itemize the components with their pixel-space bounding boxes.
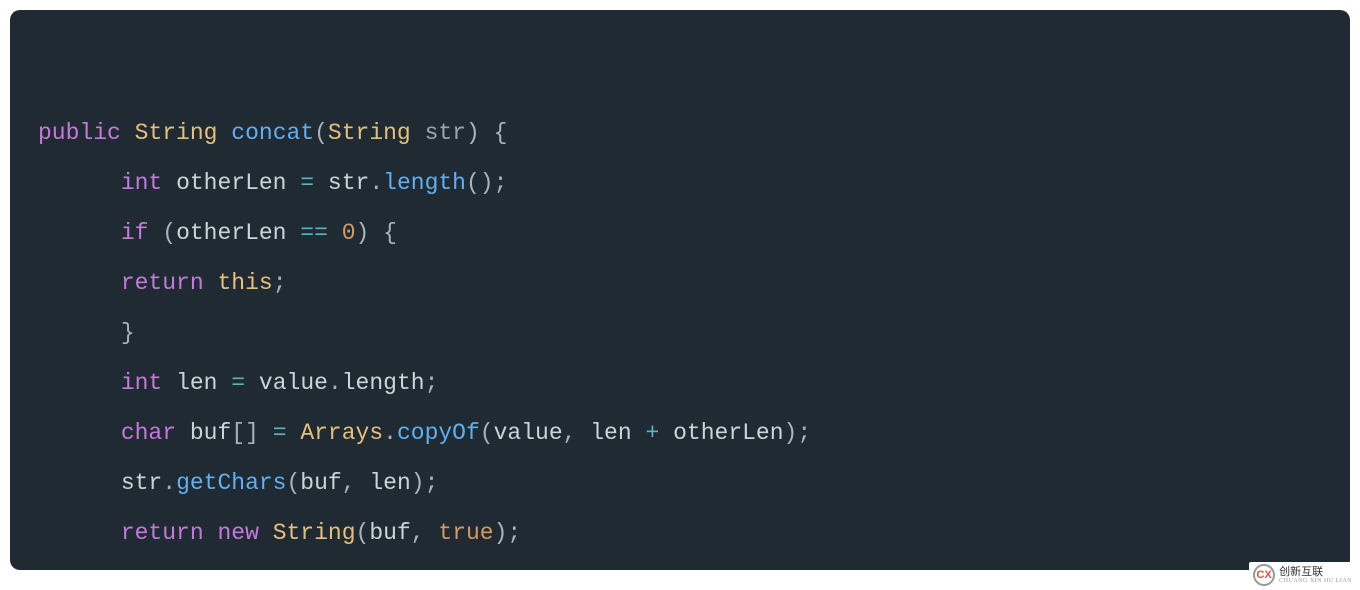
method-length: length xyxy=(383,170,466,196)
paren-open: ( xyxy=(480,420,494,446)
class-arrays: Arrays xyxy=(300,420,383,446)
brace-open: { xyxy=(494,120,508,146)
keyword-this: this xyxy=(217,270,272,296)
type-string: String xyxy=(135,120,218,146)
paren-open: ( xyxy=(286,470,300,496)
keyword-return: return xyxy=(121,270,204,296)
semi: ; xyxy=(425,370,439,396)
watermark-logo-icon: CX xyxy=(1253,564,1275,586)
comma: , xyxy=(342,470,356,496)
keyword-public: public xyxy=(38,120,121,146)
ident-len: len xyxy=(369,470,410,496)
dot: . xyxy=(162,470,176,496)
comma: , xyxy=(411,520,425,546)
ident-buf: buf xyxy=(369,520,410,546)
paren-close: ) xyxy=(784,420,798,446)
paren-close: ) xyxy=(466,120,480,146)
keyword-new: new xyxy=(217,520,258,546)
semi: ; xyxy=(273,270,287,296)
semi: ; xyxy=(797,420,811,446)
semi: ; xyxy=(494,170,508,196)
dot: . xyxy=(328,370,342,396)
op-assign: = xyxy=(273,420,287,446)
dot: . xyxy=(369,170,383,196)
op-assign: = xyxy=(300,170,314,196)
ident-otherlen: otherLen xyxy=(673,420,783,446)
ident-buf: buf xyxy=(190,420,231,446)
op-assign: = xyxy=(231,370,245,396)
paren-close: ) xyxy=(356,220,370,246)
code-block: public String concat(String str) { int o… xyxy=(10,10,1350,570)
keyword-char: char xyxy=(121,420,176,446)
paren-close: ) xyxy=(411,470,425,496)
ident-str: str xyxy=(328,170,369,196)
type-string-param: String xyxy=(328,120,411,146)
ident-len: len xyxy=(176,370,217,396)
prop-length: length xyxy=(342,370,425,396)
brace-close: } xyxy=(121,320,135,346)
paren-open: ( xyxy=(162,220,176,246)
method-copyof: copyOf xyxy=(397,420,480,446)
brace-open: { xyxy=(383,220,397,246)
watermark-text: 创新互联 xyxy=(1279,566,1352,578)
semi: ; xyxy=(507,520,521,546)
keyword-return: return xyxy=(121,520,204,546)
op-eq: == xyxy=(300,220,328,246)
dot: . xyxy=(383,420,397,446)
keyword-int: int xyxy=(121,170,162,196)
semi: ; xyxy=(425,470,439,496)
keyword-if: if xyxy=(121,220,149,246)
parens: () xyxy=(466,170,494,196)
keyword-int: int xyxy=(121,370,162,396)
ident-buf: buf xyxy=(300,470,341,496)
paren-open: ( xyxy=(356,520,370,546)
brackets: [] xyxy=(231,420,259,446)
ident-otherlen: otherLen xyxy=(176,170,286,196)
method-concat: concat xyxy=(231,120,314,146)
bool-true: true xyxy=(438,520,493,546)
method-getchars: getChars xyxy=(176,470,286,496)
paren-open: ( xyxy=(314,120,328,146)
ident-len: len xyxy=(590,420,631,446)
number-zero: 0 xyxy=(342,220,356,246)
watermark: CX 创新互联 CHUANG XIN HU LIAN xyxy=(1249,562,1356,588)
class-string: String xyxy=(273,520,356,546)
paren-close: ) xyxy=(494,520,508,546)
ident-value: value xyxy=(259,370,328,396)
comma: , xyxy=(563,420,577,446)
watermark-subtext: CHUANG XIN HU LIAN xyxy=(1279,578,1352,584)
ident-str: str xyxy=(121,470,162,496)
op-plus: + xyxy=(645,420,659,446)
param-str: str xyxy=(425,120,466,146)
ident-value: value xyxy=(494,420,563,446)
ident-otherlen: otherLen xyxy=(176,220,286,246)
